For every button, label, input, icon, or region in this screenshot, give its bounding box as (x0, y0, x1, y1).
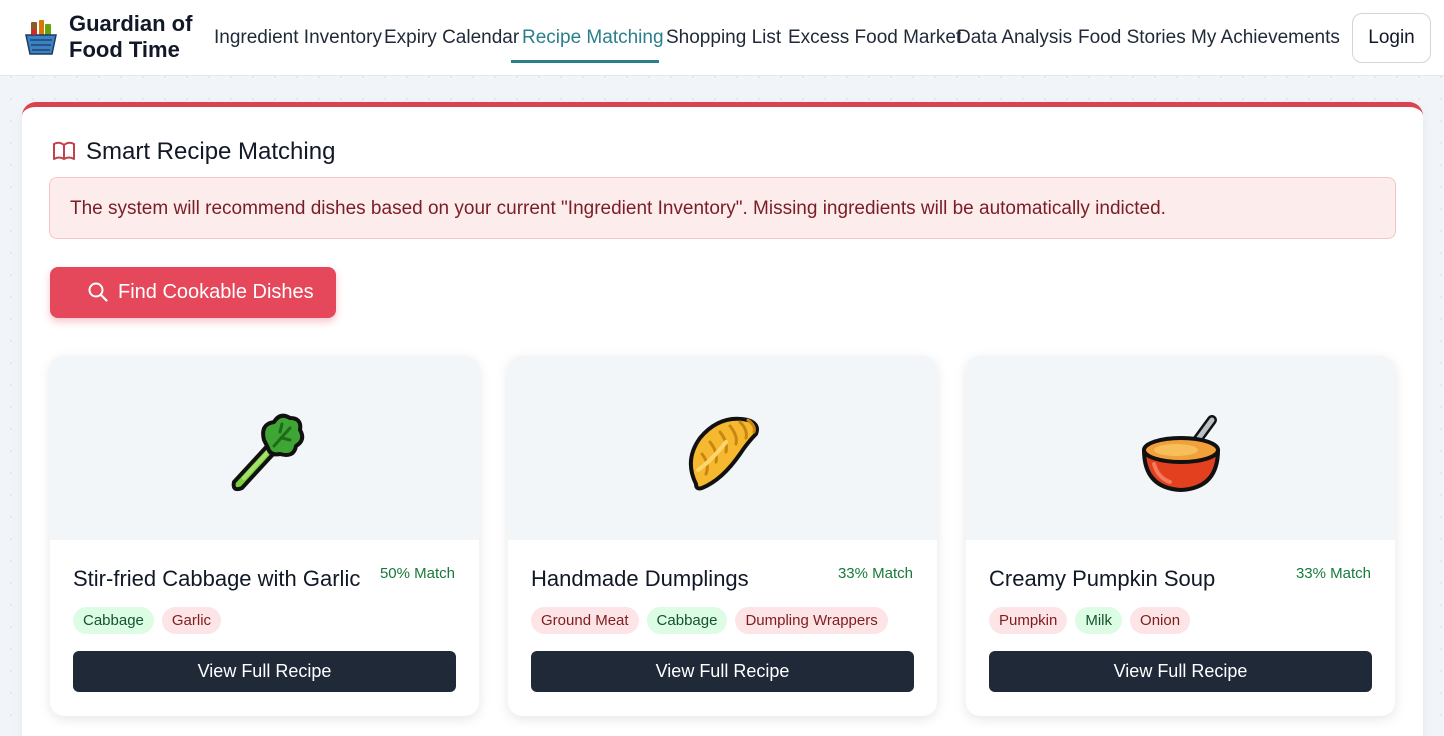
nav-item-excess-food-market[interactable]: Excess Food Market (788, 0, 961, 76)
ingredient-tag-available: Cabbage (73, 607, 154, 634)
nav-item-my-achievements[interactable]: My Achievements (1191, 0, 1340, 76)
soup-bowl-icon (1142, 415, 1220, 492)
recipe-title: Creamy Pumpkin Soup (989, 566, 1216, 591)
search-icon (88, 282, 108, 302)
recipe-card: Stir-fried Cabbage with Garlic 50% Match… (50, 356, 479, 716)
find-button-label: Find Cookable Dishes (118, 281, 314, 303)
nav-item-data-analysis[interactable]: Data Analysis (957, 0, 1072, 76)
ingredient-tag-missing: Garlic (161, 607, 222, 634)
match-percentage: 33% Match (837, 565, 913, 582)
ingredient-tag-missing: Ground Meat (531, 607, 639, 634)
ingredient-tag-missing: Onion (1130, 607, 1191, 634)
section-title: Smart Recipe Matching (86, 138, 336, 165)
nav-item-ingredient-inventory[interactable]: Ingredient Inventory (214, 0, 382, 76)
view-full-recipe-button[interactable]: View Full Recipe (989, 651, 1372, 692)
recipe-title: Handmade Dumplings (531, 566, 749, 591)
brand-line-2: Food Time (69, 37, 180, 62)
ingredient-tag-available: Milk (1075, 607, 1123, 634)
find-cookable-dishes-button[interactable]: Find Cookable Dishes (50, 267, 336, 318)
active-nav-indicator (511, 60, 659, 63)
info-notice: The system will recommend dishes based o… (49, 177, 1396, 239)
recipe-image (966, 356, 1395, 540)
ingredient-tag-missing: Pumpkin (989, 607, 1068, 634)
login-button[interactable]: Login (1352, 13, 1431, 63)
food-basket-logo-icon[interactable] (24, 18, 58, 58)
ingredient-tags: Ground Meat Cabbage Dumpling Wrappers (531, 607, 888, 634)
top-navbar: Guardian of Food Time Ingredient Invento… (0, 0, 1444, 76)
celery-icon (231, 413, 305, 492)
match-percentage: 50% Match (379, 565, 455, 582)
match-percentage: 33% Match (1295, 565, 1371, 582)
ingredient-tag-available: Cabbage (646, 607, 728, 634)
recipe-card: Handmade Dumplings 33% Match Ground Meat… (508, 356, 937, 716)
recipe-title: Stir-fried Cabbage with Garlic (73, 566, 361, 591)
nav-item-recipe-matching[interactable]: Recipe Matching (522, 0, 664, 76)
nav-item-shopping-list[interactable]: Shopping List (666, 0, 781, 76)
nav-item-food-stories[interactable]: Food Stories (1078, 0, 1186, 76)
ingredient-tag-missing: Dumpling Wrappers (735, 607, 888, 634)
recipe-image (50, 356, 479, 540)
nav-item-expiry-calendar[interactable]: Expiry Calendar (384, 0, 519, 76)
brand-name[interactable]: Guardian of Food Time (69, 11, 209, 63)
ingredient-tags: Cabbage Garlic (73, 607, 222, 634)
dumpling-icon (688, 416, 759, 491)
recipe-card: Creamy Pumpkin Soup 33% Match Pumpkin Mi… (966, 356, 1395, 716)
recipe-image (508, 356, 937, 540)
ingredient-tags: Pumpkin Milk Onion (989, 607, 1191, 634)
view-full-recipe-button[interactable]: View Full Recipe (531, 651, 914, 692)
view-full-recipe-button[interactable]: View Full Recipe (73, 651, 456, 692)
book-open-icon (53, 141, 75, 160)
brand-line-1: Guardian of (69, 11, 193, 36)
